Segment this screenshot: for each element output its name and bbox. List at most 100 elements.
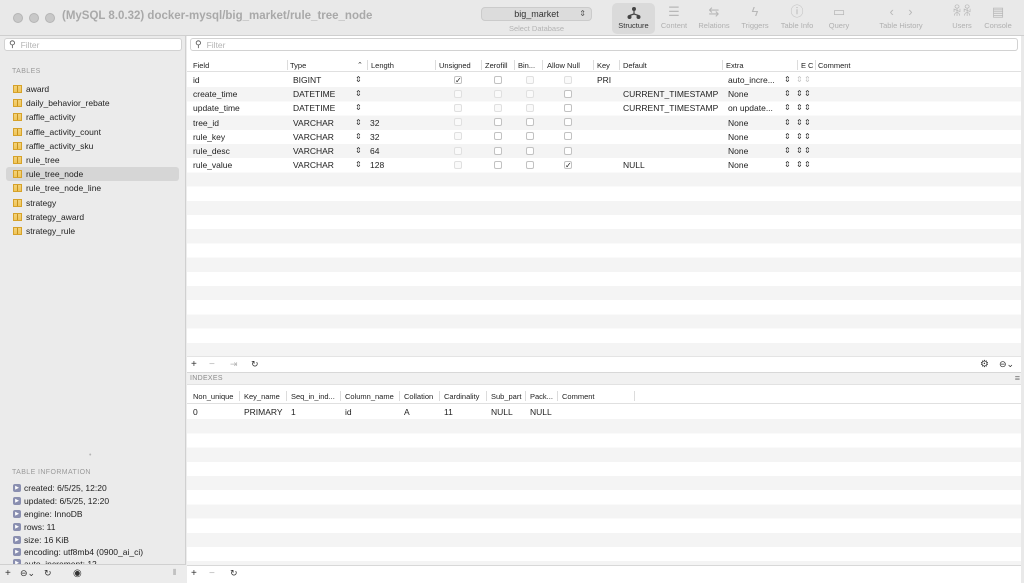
triggers-button[interactable]: ϟ Triggers [737, 3, 773, 34]
table-row[interactable]: 0 PRIMARY 1 id A 11 NULL NULL [187, 405, 1024, 419]
table-item-award[interactable]: award [6, 82, 179, 96]
binary-checkbox[interactable] [526, 160, 534, 169]
binary-checkbox[interactable] [526, 89, 534, 98]
binary-checkbox[interactable] [526, 103, 534, 112]
c-popup-chevron-icon[interactable]: ⇕ [804, 89, 811, 98]
table-filter[interactable]: ⚲ [4, 38, 182, 51]
extra-popup-chevron-icon[interactable]: ⇕ [784, 89, 791, 98]
allow-null-checkbox[interactable] [564, 75, 572, 84]
minimize-window-button[interactable] [29, 13, 39, 23]
type-popup-chevron-icon[interactable]: ⇕ [355, 146, 362, 155]
table-row[interactable]: id BIGINT ⇕ ✓ PRI auto_incre... ⇕ ⇕ ⇕ [187, 73, 1024, 87]
split-handle-icon[interactable]: • [89, 452, 91, 459]
table-item-raffle-activity-count[interactable]: raffle_activity_count [6, 125, 179, 139]
e-popup-chevron-icon[interactable]: ⇕ [796, 118, 803, 127]
type-popup-chevron-icon[interactable]: ⇕ [355, 89, 362, 98]
zerofill-checkbox[interactable] [494, 132, 502, 141]
add-field-button[interactable]: + [191, 359, 197, 370]
table-row[interactable]: update_time DATETIME ⇕ CURRENT_TIMESTAMP… [187, 101, 1024, 115]
zerofill-checkbox[interactable] [494, 89, 502, 98]
table-row[interactable]: create_time DATETIME ⇕ CURRENT_TIMESTAMP… [187, 87, 1024, 101]
table-item-raffle-activity[interactable]: raffle_activity [6, 110, 179, 124]
type-popup-chevron-icon[interactable]: ⇕ [355, 118, 362, 127]
table-item-rule-tree[interactable]: rule_tree [6, 153, 179, 167]
zerofill-checkbox[interactable] [494, 160, 502, 169]
table-actions-menu-button[interactable]: ⊖⌄ [20, 568, 35, 579]
col-header-column-name[interactable]: Column_name [345, 392, 394, 401]
col-header-e[interactable]: E [801, 61, 806, 70]
unsigned-checkbox[interactable] [454, 118, 462, 127]
table-info-button[interactable]: ⓘ Table Info [777, 3, 817, 34]
zerofill-checkbox[interactable] [494, 75, 502, 84]
resize-handle-icon[interactable]: ⦀ [173, 568, 177, 578]
col-header-comment[interactable]: Comment [562, 392, 595, 401]
col-header-c[interactable]: C [808, 61, 813, 70]
allow-null-checkbox[interactable] [564, 103, 572, 112]
refresh-icon[interactable]: ↻ [230, 568, 238, 579]
col-header-seq-in-index[interactable]: Seq_in_ind... [291, 392, 335, 401]
e-popup-chevron-icon[interactable]: ⇕ [796, 75, 803, 84]
type-popup-chevron-icon[interactable]: ⇕ [355, 132, 362, 141]
allow-null-checkbox[interactable] [564, 118, 572, 127]
extra-popup-chevron-icon[interactable]: ⇕ [784, 132, 791, 141]
table-item-daily-behavior-rebate[interactable]: daily_behavior_rebate [6, 96, 179, 110]
unsigned-checkbox[interactable] [454, 132, 462, 141]
zoom-window-button[interactable] [45, 13, 55, 23]
binary-checkbox[interactable] [526, 75, 534, 84]
add-index-button[interactable]: + [191, 568, 197, 579]
table-row[interactable]: rule_key VARCHAR ⇕ 32 None ⇕ ⇕ ⇕ [187, 130, 1024, 144]
field-filter-input[interactable] [206, 39, 987, 50]
allow-null-checkbox[interactable] [564, 89, 572, 98]
col-header-unsigned[interactable]: Unsigned [439, 61, 471, 70]
c-popup-chevron-icon[interactable]: ⇕ [804, 75, 811, 84]
col-header-length[interactable]: Length [371, 61, 394, 70]
binary-checkbox[interactable] [526, 146, 534, 155]
list-menu-icon[interactable]: ≡ [1015, 373, 1020, 383]
c-popup-chevron-icon[interactable]: ⇕ [804, 132, 811, 141]
col-header-allow-null[interactable]: Allow Null [547, 61, 580, 70]
allow-null-checkbox[interactable] [564, 146, 572, 155]
col-header-extra[interactable]: Extra [726, 61, 744, 70]
add-table-button[interactable]: + [5, 568, 11, 579]
allow-null-checkbox[interactable]: ✓ [564, 160, 572, 169]
unsigned-checkbox[interactable] [454, 146, 462, 155]
c-popup-chevron-icon[interactable]: ⇕ [804, 160, 811, 169]
extra-popup-chevron-icon[interactable]: ⇕ [784, 160, 791, 169]
users-button[interactable]: ꆜꆜ Users [947, 3, 977, 34]
e-popup-chevron-icon[interactable]: ⇕ [796, 103, 803, 112]
binary-checkbox[interactable] [526, 132, 534, 141]
field-filter[interactable]: ⚲ [190, 38, 1018, 51]
table-item-strategy-rule[interactable]: strategy_rule [6, 224, 179, 238]
remove-field-button[interactable]: − [209, 359, 215, 370]
c-popup-chevron-icon[interactable]: ⇕ [804, 118, 811, 127]
col-header-cardinality[interactable]: Cardinality [444, 392, 479, 401]
col-header-type[interactable]: Type [290, 61, 306, 70]
type-popup-chevron-icon[interactable]: ⇕ [355, 75, 362, 84]
table-history-button[interactable]: ‹ › Table History [872, 3, 930, 34]
remove-index-button[interactable]: − [209, 568, 215, 579]
e-popup-chevron-icon[interactable]: ⇕ [796, 160, 803, 169]
binary-checkbox[interactable] [526, 118, 534, 127]
table-row[interactable]: tree_id VARCHAR ⇕ 32 None ⇕ ⇕ ⇕ [187, 116, 1024, 130]
table-item-rule-tree-node-line[interactable]: rule_tree_node_line [6, 181, 179, 195]
col-header-non-unique[interactable]: Non_unique [193, 392, 233, 401]
zerofill-checkbox[interactable] [494, 118, 502, 127]
col-header-default[interactable]: Default [623, 61, 647, 70]
unsigned-checkbox[interactable] [454, 89, 462, 98]
content-button[interactable]: ☰ Content [656, 3, 692, 34]
extra-popup-chevron-icon[interactable]: ⇕ [784, 103, 791, 112]
zerofill-checkbox[interactable] [494, 103, 502, 112]
table-item-raffle-activity-sku[interactable]: raffle_activity_sku [6, 139, 179, 153]
database-select[interactable]: big_market ⇕ [481, 7, 592, 21]
gear-icon[interactable]: ⚙ [980, 359, 989, 370]
options-menu-button[interactable]: ⊖⌄ [999, 359, 1014, 370]
duplicate-field-button[interactable]: ⇥ [230, 359, 238, 370]
col-header-field[interactable]: Field [193, 61, 209, 70]
allow-null-checkbox[interactable] [564, 132, 572, 141]
eye-icon[interactable]: ◉ [73, 568, 82, 579]
refresh-icon[interactable]: ↻ [44, 568, 52, 579]
extra-popup-chevron-icon[interactable]: ⇕ [784, 118, 791, 127]
table-filter-input[interactable] [20, 39, 161, 50]
unsigned-checkbox[interactable] [454, 103, 462, 112]
col-header-key[interactable]: Key [597, 61, 610, 70]
